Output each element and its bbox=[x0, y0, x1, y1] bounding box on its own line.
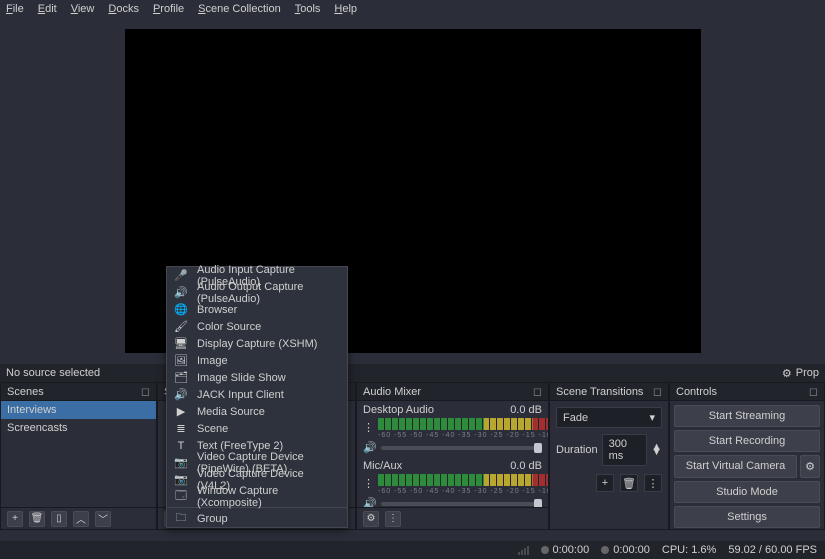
menu-item[interactable]: 🔊Audio Output Capture (PulseAudio) bbox=[167, 284, 347, 301]
network-icon bbox=[518, 545, 529, 555]
scene-item-screencasts[interactable]: Screencasts bbox=[1, 419, 156, 437]
list-icon: ≣ bbox=[175, 422, 187, 435]
transitions-title: Scene Transitions bbox=[556, 386, 643, 398]
duration-label: Duration bbox=[556, 444, 598, 456]
mixer-settings-button[interactable]: ⚙ bbox=[363, 511, 379, 527]
brush-icon: 🖌 bbox=[175, 320, 187, 333]
menu-profile[interactable]: Profile bbox=[153, 3, 184, 15]
menu-item[interactable]: ▶Media Source bbox=[167, 403, 347, 420]
menu-tools[interactable]: Tools bbox=[295, 3, 321, 15]
start-streaming-button[interactable]: Start Streaming bbox=[674, 405, 820, 427]
transition-menu-button[interactable]: ⋮ bbox=[644, 474, 662, 492]
add-scene-button[interactable]: + bbox=[7, 511, 23, 527]
menubar: FFileile Edit View Docks Profile Scene C… bbox=[0, 0, 825, 18]
popout-icon[interactable]: ◻ bbox=[809, 385, 818, 398]
popout-icon[interactable]: ◻ bbox=[653, 385, 662, 398]
speaker-icon[interactable]: 🔊 bbox=[363, 441, 377, 454]
speaker-icon[interactable]: 🔊 bbox=[363, 497, 377, 507]
menu-scene-collection[interactable]: Scene Collection bbox=[198, 3, 281, 15]
camera-icon: 📷 bbox=[175, 456, 187, 469]
camera-icon: 📷 bbox=[175, 473, 187, 486]
start-recording-button[interactable]: Start Recording bbox=[674, 430, 820, 452]
studio-mode-button[interactable]: Studio Mode bbox=[674, 481, 820, 503]
speaker-icon: 🔊 bbox=[175, 286, 187, 299]
docks-row: Scenes ◻ Interviews Screencasts + 🗑 ▯ ︿ ﹀… bbox=[0, 382, 825, 530]
remove-scene-button[interactable]: 🗑 bbox=[29, 511, 45, 527]
selected-source-text: No source selected bbox=[6, 367, 100, 379]
transitions-dock: Scene Transitions ◻ Fade ▾ Duration 300 m… bbox=[549, 382, 669, 530]
fps-status: 59.02 / 60.00 FPS bbox=[728, 544, 817, 556]
cpu-status: CPU: 1.6% bbox=[662, 544, 716, 556]
preview-area bbox=[0, 18, 825, 364]
gear-icon: ⚙ bbox=[782, 367, 792, 380]
menu-docks[interactable]: Docks bbox=[108, 3, 139, 15]
menu-item[interactable]: 🔊JACK Input Client bbox=[167, 386, 347, 403]
scene-down-button[interactable]: ﹀ bbox=[95, 511, 111, 527]
monitor-icon: 🖥 bbox=[175, 337, 187, 350]
menu-edit[interactable]: Edit bbox=[38, 3, 57, 15]
controls-dock: Controls ◻ Start Streaming Start Recordin… bbox=[669, 382, 825, 530]
text-icon: T bbox=[175, 440, 187, 452]
menu-help[interactable]: Help bbox=[334, 3, 357, 15]
controls-title: Controls bbox=[676, 386, 717, 398]
selected-source-bar: No source selected ⚙ Prop bbox=[0, 364, 825, 382]
rec-dot-icon bbox=[541, 546, 549, 554]
mixer-menu-button[interactable]: ⋮ bbox=[385, 511, 401, 527]
play-icon: ▶ bbox=[175, 405, 187, 418]
scene-item-interviews[interactable]: Interviews bbox=[1, 401, 156, 419]
audio-meter bbox=[378, 474, 548, 486]
scene-up-button[interactable]: ︿ bbox=[73, 511, 89, 527]
scenes-title: Scenes bbox=[7, 386, 44, 398]
add-transition-button[interactable]: + bbox=[596, 474, 614, 492]
menu-item[interactable]: 🗔Window Capture (Xcomposite) bbox=[167, 488, 347, 505]
transition-select[interactable]: Fade ▾ bbox=[556, 407, 662, 428]
image-icon: 🖼 bbox=[175, 354, 187, 367]
vcam-settings-button[interactable]: ⚙ bbox=[800, 455, 820, 478]
status-bar: 0:00:00 0:00:00 CPU: 1.6% 59.02 / 60.00 … bbox=[0, 541, 825, 559]
audio-mixer-dock: Audio Mixer ◻ Desktop Audio0.0 dB ⋮ -60 -… bbox=[356, 382, 549, 530]
start-virtual-camera-button[interactable]: Start Virtual Camera bbox=[674, 455, 797, 478]
volume-slider[interactable] bbox=[381, 446, 542, 450]
globe-icon: 🌐 bbox=[175, 303, 187, 316]
mic-icon: 🎤 bbox=[175, 269, 187, 282]
source-type-menu: 🎤Audio Input Capture (PulseAudio)🔊Audio … bbox=[166, 266, 348, 528]
chevron-down-icon: ▾ bbox=[649, 411, 655, 424]
mixer-title: Audio Mixer bbox=[363, 386, 421, 398]
menu-file[interactable]: FFileile bbox=[6, 3, 24, 15]
scenes-dock: Scenes ◻ Interviews Screencasts + 🗑 ▯ ︿ ﹀ bbox=[0, 382, 157, 530]
channel-menu-icon[interactable]: ⋮ bbox=[363, 421, 374, 434]
menu-item[interactable]: ≣Scene bbox=[167, 420, 347, 437]
menu-item[interactable]: 🖥Display Capture (XSHM) bbox=[167, 335, 347, 352]
slides-icon: 🗂 bbox=[175, 371, 187, 384]
channel-menu-icon[interactable]: ⋮ bbox=[363, 477, 374, 490]
popout-icon[interactable]: ◻ bbox=[141, 385, 150, 398]
menu-item[interactable]: 🖼Image bbox=[167, 352, 347, 369]
remove-transition-button[interactable]: 🗑 bbox=[620, 474, 638, 492]
menu-item[interactable]: 🗂Image Slide Show bbox=[167, 369, 347, 386]
menu-item[interactable]: 🖌Color Source bbox=[167, 318, 347, 335]
menu-item-group[interactable]: 🗀 Group bbox=[167, 510, 347, 527]
duration-input[interactable]: 300 ms bbox=[602, 434, 648, 466]
mixer-channel-mic: Mic/Aux0.0 dB ⋮ -60 -55 -50 -45 -40 -35 … bbox=[357, 457, 548, 507]
folder-icon: 🗀 bbox=[175, 509, 187, 528]
properties-button[interactable]: ⚙ Prop bbox=[782, 367, 819, 380]
duration-spinner[interactable]: ▲▼ bbox=[651, 445, 662, 455]
volume-slider[interactable] bbox=[381, 502, 542, 506]
audio-meter bbox=[378, 418, 548, 430]
scene-filter-button[interactable]: ▯ bbox=[51, 511, 67, 527]
popout-icon[interactable]: ◻ bbox=[533, 385, 542, 398]
menu-view[interactable]: View bbox=[71, 3, 95, 15]
settings-button[interactable]: Settings bbox=[674, 506, 820, 528]
stream-dot-icon bbox=[601, 546, 609, 554]
mixer-channel-desktop: Desktop Audio0.0 dB ⋮ -60 -55 -50 -45 -4… bbox=[357, 401, 548, 457]
window-icon: 🗔 bbox=[175, 487, 187, 506]
speaker-icon: 🔊 bbox=[175, 388, 187, 401]
